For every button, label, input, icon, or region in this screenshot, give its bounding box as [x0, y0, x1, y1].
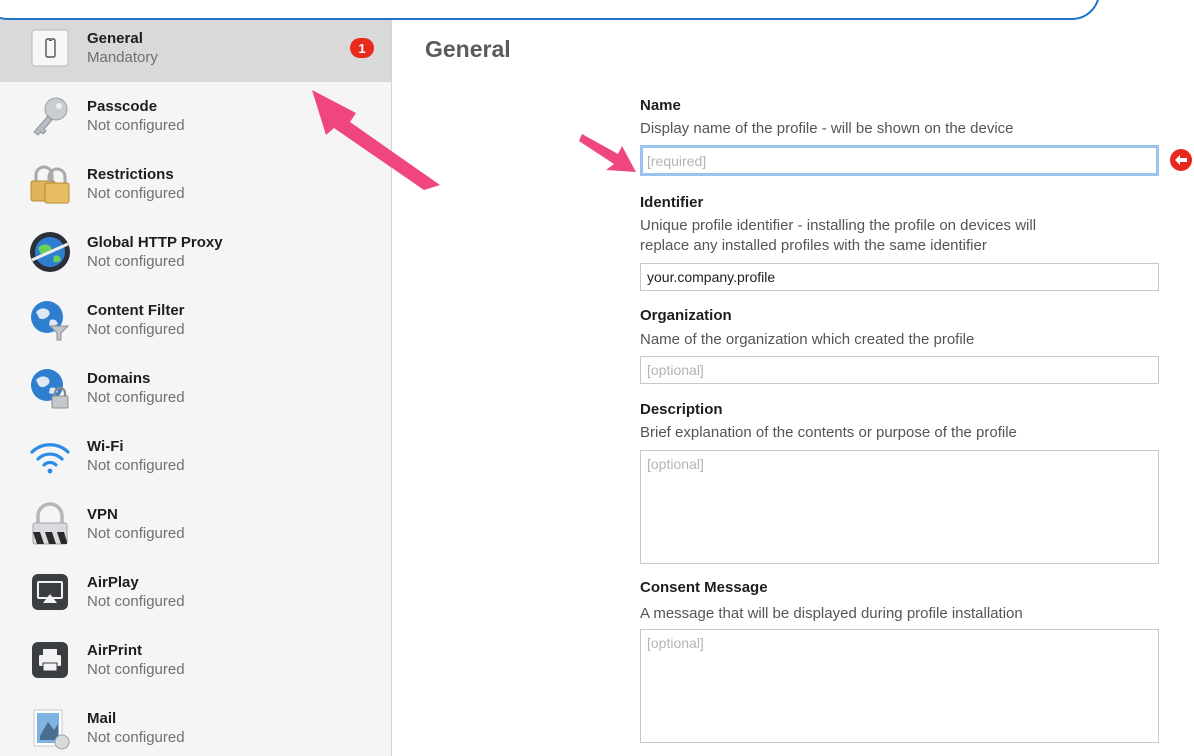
- sidebar-item-airplay[interactable]: AirPlay Not configured: [0, 558, 391, 626]
- sidebar-item-passcode[interactable]: Passcode Not configured: [0, 82, 391, 150]
- sidebar-item-content-filter[interactable]: Content Filter Not configured: [0, 286, 391, 354]
- sidebar-item-wifi[interactable]: Wi-Fi Not configured: [0, 422, 391, 490]
- organization-description: Name of the organization which created t…: [640, 331, 975, 348]
- sidebar-item-general[interactable]: General Mandatory 1: [0, 14, 391, 82]
- sidebar-item-status: Not configured: [87, 253, 185, 270]
- padlocks-icon: [28, 162, 72, 206]
- payload-sidebar: General Mandatory 1 Passcode Not configu…: [0, 0, 392, 756]
- mail-stamp-icon: [28, 706, 72, 750]
- organization-label: Organization: [640, 307, 732, 324]
- description-description: Brief explanation of the contents or pur…: [640, 424, 1017, 441]
- annotation-arrow-name-field: [579, 134, 636, 172]
- sidebar-item-domains[interactable]: Domains Not configured: [0, 354, 391, 422]
- globe-filter-icon: [28, 298, 72, 342]
- sidebar-item-mail[interactable]: Mail Not configured: [0, 694, 391, 756]
- page-title: General: [425, 36, 511, 62]
- printer-icon: [28, 638, 72, 682]
- sidebar-item-title: AirPlay: [87, 574, 139, 591]
- identifier-description-line2: replace any installed profiles with the …: [640, 237, 987, 254]
- sidebar-item-title: Restrictions: [87, 166, 174, 183]
- sidebar-item-restrictions[interactable]: Restrictions Not configured: [0, 150, 391, 218]
- name-label: Name: [640, 97, 681, 114]
- identifier-label: Identifier: [640, 194, 704, 211]
- sidebar-item-airprint[interactable]: AirPrint Not configured: [0, 626, 391, 694]
- sidebar-item-title: Wi-Fi: [87, 438, 124, 455]
- sidebar-item-status: Not configured: [87, 389, 185, 406]
- sidebar-item-status: Not configured: [87, 593, 185, 610]
- sidebar-item-status: Mandatory: [87, 49, 158, 66]
- identifier-description-line1: Unique profile identifier - installing t…: [640, 217, 1037, 234]
- name-description: Display name of the profile - will be sh…: [640, 120, 1014, 137]
- organization-field[interactable]: [640, 356, 1159, 384]
- sidebar-item-title: Content Filter: [87, 302, 185, 319]
- description-field[interactable]: [640, 450, 1159, 564]
- consent-message-field[interactable]: [640, 629, 1159, 743]
- sidebar-item-title: General: [87, 30, 143, 47]
- sidebar-item-title: Passcode: [87, 98, 158, 115]
- sidebar-item-title: Domains: [87, 370, 151, 387]
- sidebar-item-status: Not configured: [87, 525, 185, 542]
- sidebar-item-title: VPN: [87, 506, 118, 523]
- sidebar-item-status: Not configured: [87, 661, 185, 678]
- error-count-badge: 1: [350, 38, 374, 58]
- consent-message-label: Consent Message: [640, 579, 768, 596]
- sidebar-item-vpn[interactable]: VPN Not configured: [0, 490, 391, 558]
- phone-icon: [28, 26, 72, 70]
- sidebar-item-status: Not configured: [87, 117, 185, 134]
- sidebar-item-global-http-proxy[interactable]: Global HTTP Proxy Not configured: [0, 218, 391, 286]
- globe-proxy-icon: [28, 230, 72, 274]
- name-field[interactable]: [640, 145, 1159, 176]
- identifier-field[interactable]: [640, 263, 1159, 291]
- callout-bubble: [0, 0, 1100, 20]
- globe-lock-icon: [28, 366, 72, 410]
- airplay-icon: [28, 570, 72, 614]
- description-label: Description: [640, 401, 723, 418]
- sidebar-item-status: Not configured: [87, 321, 185, 338]
- sidebar-item-title: Mail: [87, 710, 117, 727]
- sidebar-item-status: Not configured: [87, 729, 185, 746]
- sidebar-item-title: AirPrint: [87, 642, 143, 659]
- consent-message-description: A message that will be displayed during …: [640, 605, 1023, 622]
- required-error-icon: [1170, 149, 1192, 171]
- sidebar-item-title: Global HTTP Proxy: [87, 234, 223, 251]
- sidebar-item-status: Not configured: [87, 457, 185, 474]
- vpn-lock-icon: [28, 502, 72, 546]
- sidebar-item-status: Not configured: [87, 185, 185, 202]
- wifi-icon: [28, 434, 72, 478]
- key-icon: [28, 94, 72, 138]
